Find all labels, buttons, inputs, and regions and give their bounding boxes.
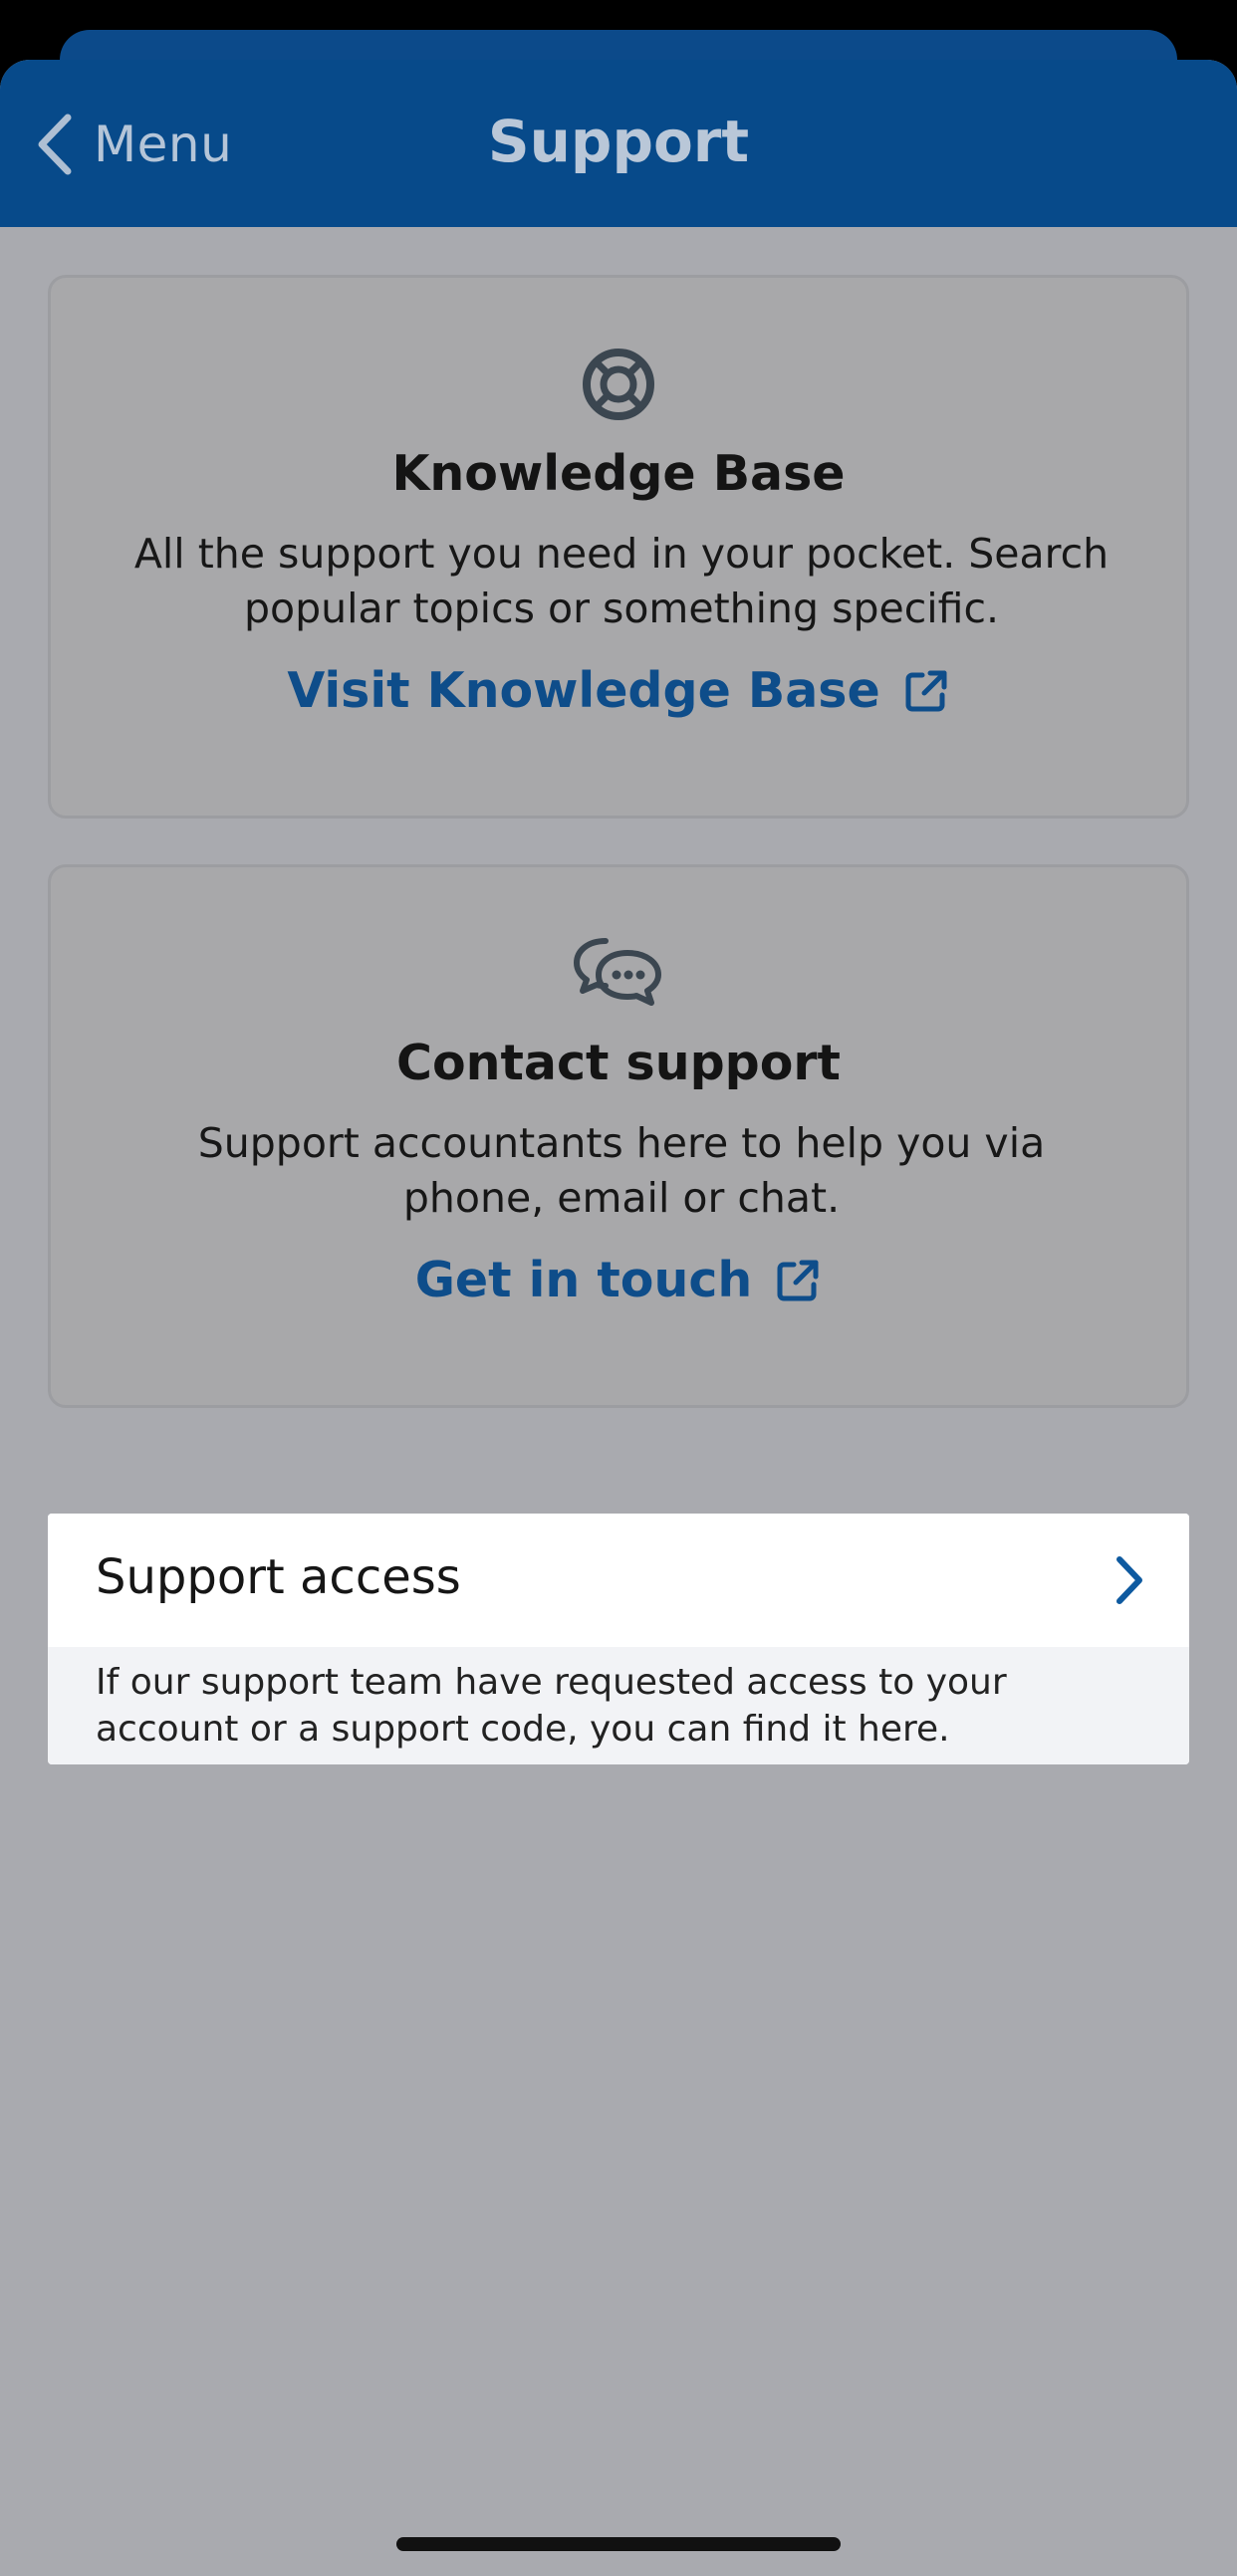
screen: Menu Support Knowledge Base All the supp… — [0, 0, 1237, 2576]
external-link-icon — [905, 670, 947, 711]
support-access-note: If our support team have requested acces… — [48, 1647, 1189, 1764]
support-access-panel: Support access If our support team have … — [48, 1514, 1189, 1764]
contact-support-description: Support accountants here to help you via… — [197, 1119, 1046, 1222]
support-sheet: Menu Support Knowledge Base All the supp… — [0, 60, 1237, 2576]
page-title: Support — [487, 108, 750, 175]
home-indicator[interactable] — [396, 2537, 841, 2551]
get-in-touch-label: Get in touch — [414, 1252, 753, 1308]
visit-knowledge-base-link[interactable]: Visit Knowledge Base — [51, 662, 1186, 719]
knowledge-base-title: Knowledge Base — [391, 445, 846, 502]
contact-support-card: Contact support Support accountants here… — [48, 864, 1189, 1408]
chevron-right-icon — [1116, 1556, 1142, 1604]
get-in-touch-link[interactable]: Get in touch — [51, 1252, 1186, 1308]
lifebuoy-icon — [51, 348, 1186, 421]
knowledge-base-card: Knowledge Base All the support you need … — [48, 275, 1189, 819]
visit-knowledge-base-label: Visit Knowledge Base — [287, 662, 880, 719]
chat-bubbles-icon — [51, 935, 1186, 1011]
contact-support-title: Contact support — [396, 1035, 841, 1091]
navigation-bar: Menu Support — [0, 60, 1237, 227]
support-access-title: Support access — [96, 1549, 461, 1605]
support-access-row[interactable]: Support access — [48, 1514, 1189, 1647]
external-link-icon — [777, 1260, 819, 1300]
knowledge-base-description: All the support you need in your pocket.… — [133, 530, 1110, 632]
